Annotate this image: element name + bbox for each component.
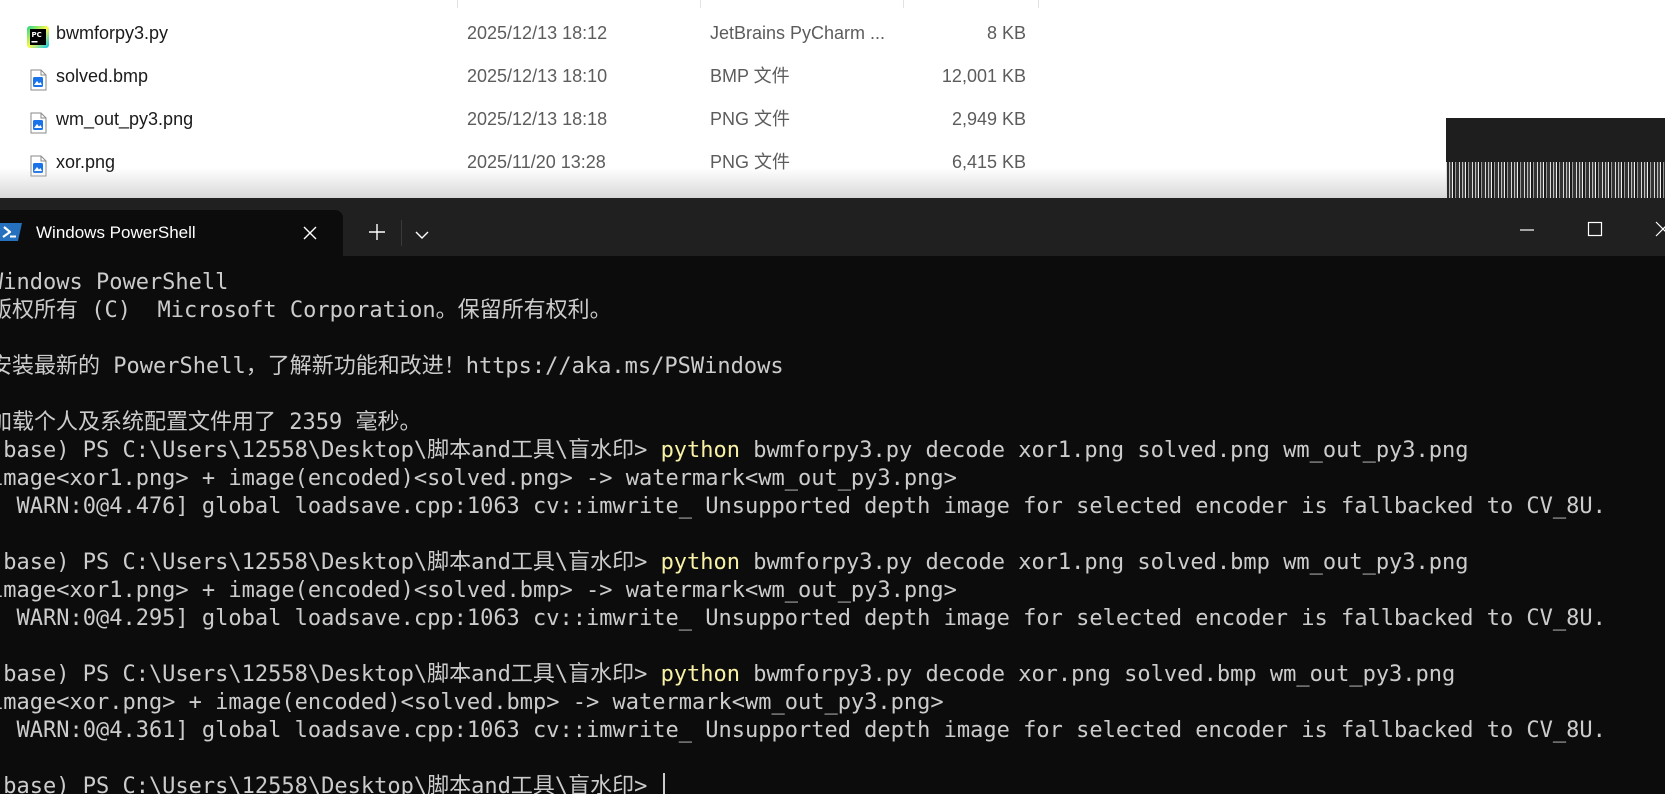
file-name: bwmforpy3.py [56,23,169,43]
tab-separator [401,220,402,246]
svg-text:PC: PC [32,31,42,39]
column-divider[interactable] [700,0,701,8]
file-modified-date: 2025/12/13 18:10 [467,66,608,86]
prompt-text: (base) PS C:\Users\12558\Desktop\脚本and工具… [0,438,661,463]
file-type: PNG 文件 [710,109,791,129]
output-line: [ WARN:0@4.295] global loadsave.cpp:1063… [0,606,1606,631]
close-icon[interactable] [302,225,318,241]
column-divider[interactable] [457,0,458,8]
window-shadow [0,168,1446,198]
column-divider[interactable] [1038,0,1039,8]
file-size: 2,949 KB [951,109,1026,129]
maximize-icon[interactable] [1587,221,1603,242]
output-line: . [0,521,1665,549]
output-line: [ WARN:0@4.361] global loadsave.cpp:1063… [0,718,1606,743]
prompt-line: (base) PS C:\Users\12558\Desktop\脚本and工具… [0,773,1665,794]
file-modified-date: 2025/12/13 18:12 [467,23,608,43]
file-modified-date: 2025/12/13 18:18 [467,109,608,129]
file-name: wm_out_py3.png [56,109,194,129]
file-type: JetBrains PyCharm ... [710,23,886,43]
image-file-icon [26,65,50,91]
output-line: Windows PowerShell [0,270,229,295]
text-cursor [662,773,665,794]
prompt-text: (base) PS C:\Users\12558\Desktop\脚本and工具… [0,774,661,794]
prompt-line: (base) PS C:\Users\12558\Desktop\脚本and工具… [0,661,1665,689]
prompt-text: (base) PS C:\Users\12558\Desktop\脚本and工具… [0,662,661,687]
command-name: python [660,438,741,463]
output-line: image<xor1.png> + image(encoded)<solved.… [0,578,957,603]
minimize-icon[interactable] [1519,222,1535,243]
prompt-text: (base) PS C:\Users\12558\Desktop\脚本and工具… [0,550,661,575]
background-window[interactable] [1446,0,1665,118]
command-args: bwmforpy3.py decode xor1.png solved.png … [740,438,1469,463]
output-line: 加载个人及系统配置文件用了 2359 毫秒。 [0,410,422,435]
file-row[interactable]: solved.bmp 2025/12/13 18:10 BMP 文件 12,00… [0,55,1446,98]
command-args: bwmforpy3.py decode xor1.png solved.bmp … [740,550,1469,575]
close-window-icon[interactable] [1655,221,1665,242]
prompt-line: (base) PS C:\Users\12558\Desktop\脚本and工具… [0,437,1665,465]
background-image-strip [1446,162,1665,198]
prompt-line: (base) PS C:\Users\12558\Desktop\脚本and工具… [0,549,1665,577]
file-size: 8 KB [986,23,1026,43]
terminal-window[interactable]: Windows PowerShell Windows PowerShell 版权… [0,198,1665,794]
file-size: 12,001 KB [941,66,1026,86]
powershell-icon [0,223,22,241]
file-type: BMP 文件 [710,66,790,86]
terminal-output[interactable]: Windows PowerShell 版权所有 (C) Microsoft Cor… [0,269,1665,794]
output-line: image<xor1.png> + image(encoded)<solved.… [0,466,957,491]
output-line: . [0,633,1665,661]
command-name: python [660,662,741,687]
output-line: [ WARN:0@4.476] global loadsave.cpp:1063… [0,494,1606,519]
command-name: python [660,550,741,575]
column-divider[interactable] [903,0,904,8]
chevron-down-icon[interactable] [415,227,429,245]
command-args: bwmforpy3.py decode xor.png solved.bmp w… [740,662,1456,687]
file-explorer: PC bwmforpy3.py 2025/12/13 18:12 JetBrai… [0,0,1446,198]
tab-title: Windows PowerShell [36,223,196,242]
new-tab-icon[interactable] [368,223,386,246]
tab-windows-powershell[interactable]: Windows PowerShell [0,210,343,256]
output-line: image<xor.png> + image(encoded)<solved.b… [0,690,944,715]
file-row[interactable]: PC bwmforpy3.py 2025/12/13 18:12 JetBrai… [0,12,1446,55]
output-line: 安装最新的 PowerShell，了解新功能和改进！https://aka.ms… [0,354,784,379]
output-line: . [0,745,1665,773]
image-file-icon [26,108,50,134]
pycharm-file-icon: PC [26,22,50,48]
output-line: 版权所有 (C) Microsoft Corporation。保留所有权利。 [0,298,612,323]
file-row[interactable]: wm_out_py3.png 2025/12/13 18:18 PNG 文件 2… [0,98,1446,141]
tab-bar: Windows PowerShell [0,198,1665,256]
file-name: solved.bmp [56,66,149,86]
